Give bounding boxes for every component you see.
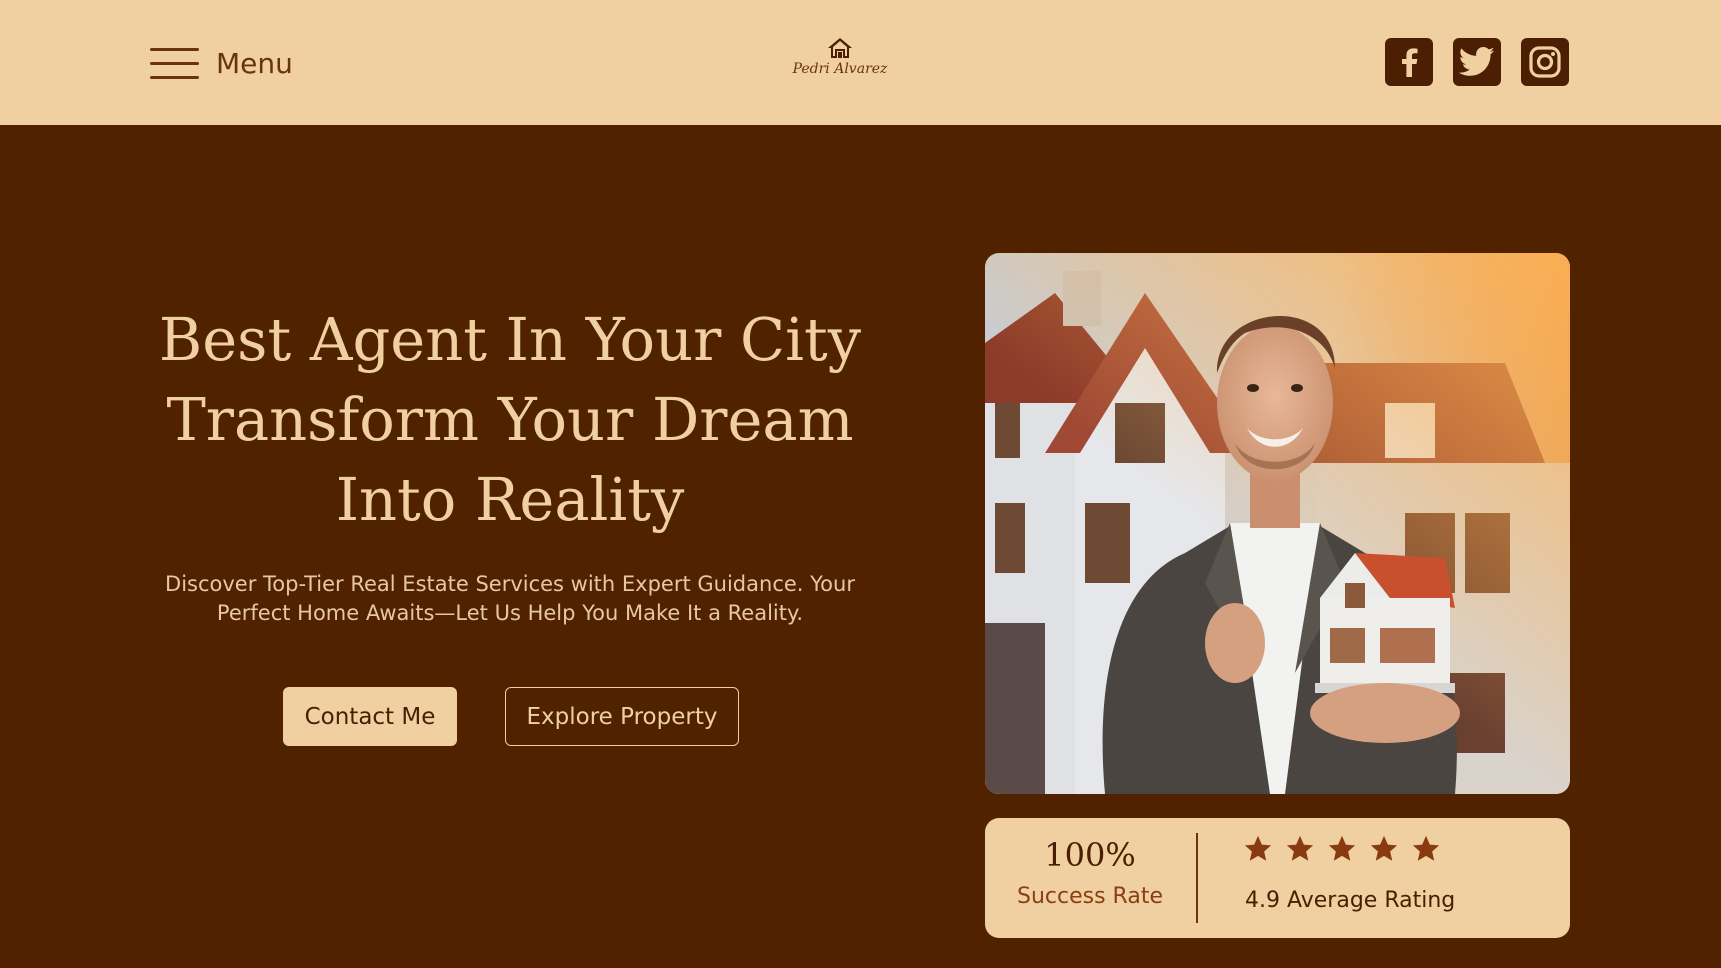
facebook-link[interactable] bbox=[1385, 38, 1433, 86]
rating-label: 4.9 Average Rating bbox=[1245, 888, 1456, 913]
success-rate-stat: 100% Success Rate bbox=[985, 836, 1195, 909]
instagram-link[interactable] bbox=[1521, 38, 1569, 86]
stats-card: 100% Success Rate 4.9 Average Rating bbox=[985, 818, 1570, 938]
hero-title: Best Agent In Your City Transform Your D… bbox=[140, 300, 880, 540]
twitter-link[interactable] bbox=[1453, 38, 1501, 86]
explore-property-button[interactable]: Explore Property bbox=[505, 687, 739, 746]
hero-title-line-2: Transform Your Dream bbox=[166, 385, 854, 454]
logo-text: Pedri Alvarez bbox=[792, 61, 888, 77]
star-icon bbox=[1328, 835, 1356, 861]
hamburger-icon bbox=[150, 45, 199, 81]
contact-me-button[interactable]: Contact Me bbox=[283, 687, 457, 746]
hero-subtitle: Discover Top-Tier Real Estate Services w… bbox=[165, 572, 855, 625]
house-icon bbox=[828, 38, 852, 58]
top-bar: Menu Pedri Alvarez bbox=[0, 0, 1721, 125]
star-icon bbox=[1412, 835, 1440, 861]
hero-title-line-1: Best Agent In Your City bbox=[158, 305, 862, 374]
agent-photo bbox=[985, 253, 1570, 794]
logo[interactable]: Pedri Alvarez bbox=[790, 36, 890, 90]
star-icon bbox=[1370, 835, 1398, 861]
social-links bbox=[1385, 38, 1569, 86]
divider bbox=[1196, 833, 1198, 923]
star-icon bbox=[1286, 835, 1314, 861]
facebook-icon bbox=[1402, 48, 1418, 77]
success-rate-value: 100% bbox=[1044, 836, 1136, 874]
star-icon bbox=[1244, 835, 1272, 861]
hero-title-line-3: Into Reality bbox=[335, 465, 685, 534]
hero-section: Best Agent In Your City Transform Your D… bbox=[140, 300, 880, 628]
rating-stars bbox=[1243, 834, 1441, 864]
instagram-icon bbox=[1529, 46, 1561, 78]
success-rate-label: Success Rate bbox=[1017, 884, 1163, 909]
hero-buttons: Contact Me Explore Property bbox=[283, 687, 739, 746]
menu-button[interactable]: Menu bbox=[150, 43, 293, 83]
menu-label: Menu bbox=[216, 46, 293, 80]
twitter-icon bbox=[1459, 47, 1495, 76]
